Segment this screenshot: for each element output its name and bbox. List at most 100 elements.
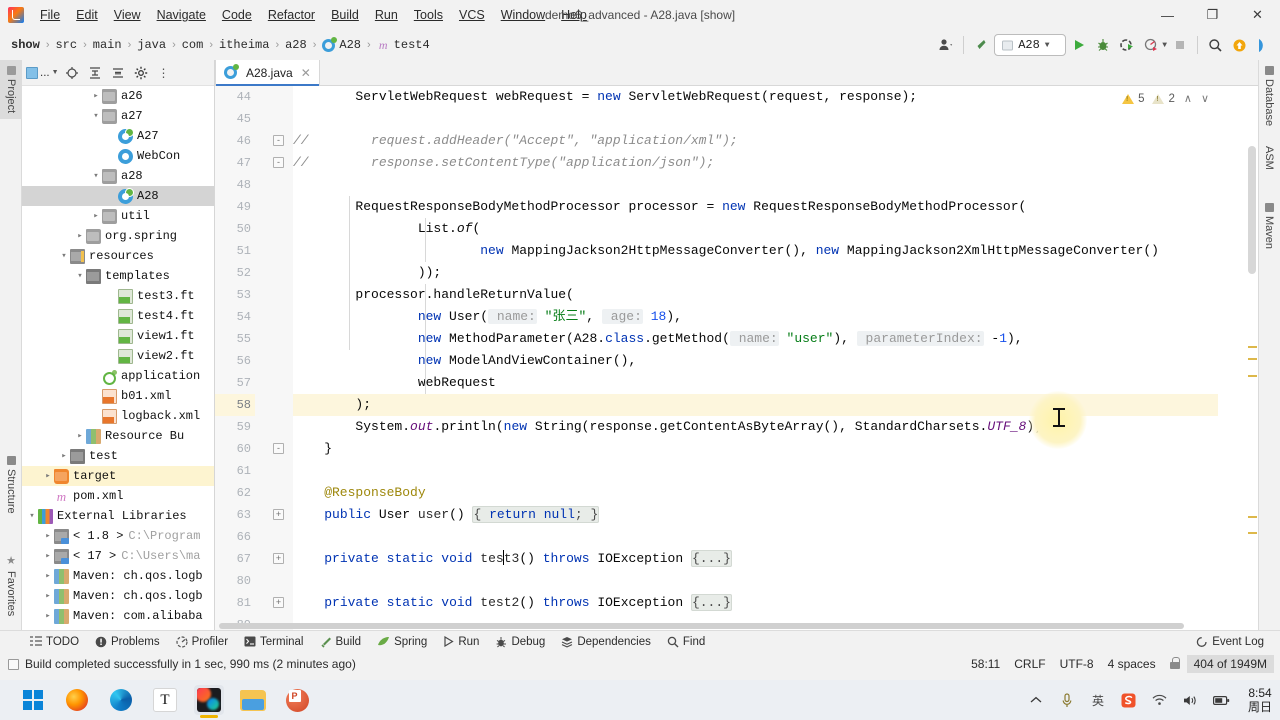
sogou-input-icon[interactable] xyxy=(1120,689,1138,711)
tree-node[interactable]: logback.xml xyxy=(22,406,214,426)
profile-dropdown-icon[interactable]: ▼ xyxy=(1162,41,1167,50)
search-everywhere-icon[interactable] xyxy=(1204,34,1226,56)
tool-find[interactable]: Find xyxy=(659,634,713,650)
sidebar-item-project[interactable]: Project xyxy=(0,60,22,120)
project-scope-selector[interactable]: ... ▼ xyxy=(26,66,59,79)
editor-body[interactable]: 44 45 46 47 48 49 50 51 52 53 54 55 56 57 58 59 60 61 62 63… xyxy=(215,86,1258,630)
menu-tools[interactable]: Tools xyxy=(406,4,451,26)
tool-spring[interactable]: Spring xyxy=(369,634,435,650)
microphone-icon[interactable] xyxy=(1058,689,1076,711)
taskbar-firefox[interactable] xyxy=(62,685,92,715)
next-problem-icon[interactable]: ∨ xyxy=(1201,92,1209,105)
breadcrumb-a28[interactable]: a28 xyxy=(282,37,310,53)
inspection-widget[interactable]: 5 2 ∧ ∨ xyxy=(1119,90,1212,107)
line-separator[interactable]: CRLF xyxy=(1007,655,1052,673)
breadcrumb-class-A28[interactable]: A28 xyxy=(319,36,364,53)
fold-collapse-icon[interactable]: - xyxy=(273,135,284,146)
breadcrumb-show[interactable]: show xyxy=(8,37,43,53)
tree-node[interactable]: WebCon xyxy=(22,146,214,166)
menu-navigate[interactable]: Navigate xyxy=(149,4,214,26)
tree-node[interactable]: ▸ util xyxy=(22,206,214,226)
chevron-right-icon[interactable]: ▸ xyxy=(42,591,54,601)
wifi-icon[interactable] xyxy=(1151,689,1169,711)
fold-expand-icon[interactable]: + xyxy=(273,553,284,564)
file-encoding[interactable]: UTF-8 xyxy=(1053,655,1101,673)
taskbar-edge[interactable] xyxy=(106,685,136,715)
tool-todo[interactable]: TODO xyxy=(22,634,87,650)
sidebar-item-structure[interactable]: Structure xyxy=(0,450,22,520)
chevron-right-icon[interactable]: ▸ xyxy=(42,611,54,621)
breadcrumb-java[interactable]: java xyxy=(134,37,169,53)
close-button[interactable]: ✕ xyxy=(1235,0,1280,30)
tool-debug[interactable]: Debug xyxy=(487,634,553,650)
tree-node[interactable]: test3.ft xyxy=(22,286,214,306)
chevron-right-icon[interactable]: ▸ xyxy=(74,231,86,241)
menu-window[interactable]: Window xyxy=(493,4,553,26)
fold-expand-icon[interactable]: + xyxy=(273,509,284,520)
tool-dependencies[interactable]: Dependencies xyxy=(553,634,659,650)
tree-node[interactable]: ▾ External Libraries xyxy=(22,506,214,526)
start-button[interactable] xyxy=(18,685,48,715)
tool-terminal[interactable]: Terminal xyxy=(236,634,311,650)
tree-node[interactable]: ▸ < 1.8 > C:\Program xyxy=(22,526,214,546)
chevron-right-icon[interactable]: ▸ xyxy=(42,471,54,481)
chevron-right-icon[interactable]: ▸ xyxy=(42,571,54,581)
tree-node[interactable]: m pom.xml xyxy=(22,486,214,506)
profile-icon[interactable] xyxy=(1140,34,1162,56)
indent-setting[interactable]: 4 spaces xyxy=(1101,655,1163,673)
breadcrumb-main[interactable]: main xyxy=(90,37,125,53)
menu-vcs[interactable]: VCS xyxy=(451,4,493,26)
editor-horizontal-scrollbar[interactable] xyxy=(215,622,1258,630)
sidebar-item-database[interactable]: Database xyxy=(1258,60,1280,132)
tree-node[interactable]: b01.xml xyxy=(22,386,214,406)
chevron-down-icon[interactable]: ▾ xyxy=(58,251,70,261)
more-options-icon[interactable]: ⋮ xyxy=(154,63,174,83)
battery-icon[interactable] xyxy=(1213,689,1231,711)
tree-node[interactable]: ▾ resources xyxy=(22,246,214,266)
status-message-area[interactable]: Build completed successfully in 1 sec, 9… xyxy=(8,657,356,671)
tree-node[interactable]: ▸ Maven: ch.qos.logb xyxy=(22,586,214,606)
menu-run[interactable]: Run xyxy=(367,4,406,26)
tree-node[interactable]: ▸ Maven: ch.qos.logb xyxy=(22,566,214,586)
tree-node[interactable]: view2.ft xyxy=(22,346,214,366)
tool-problems[interactable]: Problems xyxy=(87,634,168,650)
error-stripe-marker-bar[interactable] xyxy=(1246,86,1258,630)
settings-gear-icon[interactable] xyxy=(131,63,151,83)
taskbar-clock[interactable]: 8:54 周日 xyxy=(1248,686,1272,714)
chevron-down-icon[interactable]: ▾ xyxy=(26,511,38,521)
locate-icon[interactable] xyxy=(62,63,82,83)
minimize-button[interactable]: — xyxy=(1145,0,1190,30)
breadcrumb-itheima[interactable]: itheima xyxy=(216,37,272,53)
warning-marker[interactable] xyxy=(1248,532,1257,534)
tree-node[interactable]: ▸ org.spring xyxy=(22,226,214,246)
close-icon[interactable]: ✕ xyxy=(301,66,311,80)
sidebar-item-maven[interactable]: Maven xyxy=(1258,197,1280,255)
tree-node[interactable]: A27 xyxy=(22,126,214,146)
expand-all-icon[interactable] xyxy=(85,63,105,83)
project-tree[interactable]: ▸ a26 ▾ a27 A27 WebCon ▾ a28 A28 ▸ util ▸ org.spring… xyxy=(22,86,214,630)
chevron-down-icon[interactable]: ▾ xyxy=(90,111,102,121)
code-content[interactable]: ServletWebRequest webRequest = new Servl… xyxy=(293,86,1218,630)
previous-problem-icon[interactable]: ∧ xyxy=(1184,92,1192,105)
tree-node[interactable]: ▸ a26 xyxy=(22,86,214,106)
breadcrumb-method-test4[interactable]: m test4 xyxy=(374,37,433,53)
tool-build[interactable]: Build xyxy=(312,634,370,650)
breadcrumb-src[interactable]: src xyxy=(52,37,80,53)
ime-chinese-icon[interactable]: 英 xyxy=(1089,689,1107,711)
tree-node[interactable]: A28 xyxy=(22,186,214,206)
chevron-down-icon[interactable]: ▾ xyxy=(90,171,102,181)
caret-position[interactable]: 58:11 xyxy=(964,655,1007,673)
back-arrow-icon[interactable] xyxy=(970,34,992,56)
tree-node[interactable]: ▸ Maven: com.alibaba xyxy=(22,606,214,626)
menu-file[interactable]: File xyxy=(32,4,68,26)
editor-scrollbar-thumb[interactable] xyxy=(1248,146,1256,274)
editor-tab-a28[interactable]: A28.java ✕ xyxy=(215,60,320,86)
tool-event-log[interactable]: Event Log xyxy=(1188,634,1272,650)
debug-icon[interactable] xyxy=(1092,34,1114,56)
chevron-right-icon[interactable]: ▸ xyxy=(90,211,102,221)
tree-node[interactable]: ▾ templates xyxy=(22,266,214,286)
taskbar-file-explorer[interactable] xyxy=(238,685,268,715)
update-project-icon[interactable] xyxy=(1228,34,1250,56)
tree-node[interactable]: test4.ft xyxy=(22,306,214,326)
menu-help[interactable]: Help xyxy=(553,4,595,26)
